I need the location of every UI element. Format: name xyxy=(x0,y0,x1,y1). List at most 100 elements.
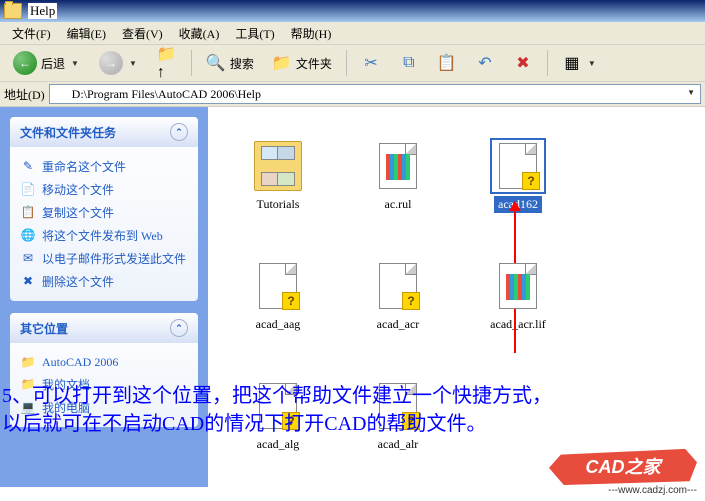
file-label: ac.rul xyxy=(381,196,416,213)
task-item[interactable]: ✎ 重命名这个文件 xyxy=(20,155,188,178)
file-item[interactable]: acad_aag xyxy=(218,237,338,357)
menu-view[interactable]: 查看(V) xyxy=(114,22,171,45)
file-label: Tutorials xyxy=(253,196,304,213)
collapse-icon[interactable]: ⌃ xyxy=(170,319,188,337)
menu-file[interactable]: 文件(F) xyxy=(4,22,59,45)
task-icon: 🌐 xyxy=(20,228,36,244)
address-input[interactable] xyxy=(49,84,701,104)
task-item[interactable]: ✖ 删除这个文件 xyxy=(20,270,188,293)
place-icon: 📁 xyxy=(20,354,36,370)
task-icon: ✖ xyxy=(20,274,36,290)
task-item[interactable]: 📄 移动这个文件 xyxy=(20,178,188,201)
toolbar: ← 后退 ▼ → ▼ 📁↑ 🔍 搜索 📁 文件夹 ✂ ⧉ 📋 ↶ ✖ ▦▼ xyxy=(0,45,705,82)
annotation-caption: 5、可以打开到这个位置，把这个帮助文件建立一个快捷方式， 以后就可在不启动CAD… xyxy=(2,382,703,438)
watermark-logo: CAD之家 ---www.cadzj.com--- xyxy=(549,447,697,495)
address-bar: 地址(D) ▼ xyxy=(0,82,705,107)
back-label: 后退 xyxy=(41,55,65,72)
folder-icon xyxy=(4,3,22,19)
menubar: 文件(F) 编辑(E) 查看(V) 收藏(A) 工具(T) 帮助(H) xyxy=(0,22,705,45)
views-icon: ▦ xyxy=(562,53,582,73)
logo-text: CAD之家 xyxy=(549,447,697,485)
places-title: 其它位置 xyxy=(20,320,68,337)
copy-button[interactable]: ⧉ xyxy=(392,49,426,77)
folders-button[interactable]: 📁 文件夹 xyxy=(265,49,339,77)
file-label: acad_acr xyxy=(373,316,424,333)
tasks-panel-header[interactable]: 文件和文件夹任务 ⌃ xyxy=(10,117,198,147)
menu-help[interactable]: 帮助(H) xyxy=(283,22,340,45)
task-icon: 📋 xyxy=(20,205,36,221)
menu-tools[interactable]: 工具(T) xyxy=(227,22,282,45)
file-label: acad_alg xyxy=(253,436,304,453)
forward-button[interactable]: → ▼ xyxy=(92,47,146,79)
delete-icon: ✖ xyxy=(513,53,533,73)
file-item[interactable]: acad162 xyxy=(458,117,578,237)
caption-line-2: 以后就可在不启动CAD的情况下打开CAD的帮助文件。 xyxy=(2,410,703,438)
undo-button[interactable]: ↶ xyxy=(468,49,502,77)
logo-url: ---www.cadzj.com--- xyxy=(549,485,697,496)
help-file-icon xyxy=(379,263,417,309)
tasks-panel: 文件和文件夹任务 ⌃ ✎ 重命名这个文件 📄 移动这个文件 📋 复制这个文件 🌐 将这个文件发… xyxy=(10,117,198,301)
paste-button[interactable]: 📋 xyxy=(430,49,464,77)
chevron-down-icon: ▼ xyxy=(127,59,139,68)
folders-icon: 📁 xyxy=(272,53,292,73)
tasks-title: 文件和文件夹任务 xyxy=(20,124,116,141)
chevron-down-icon: ▼ xyxy=(586,59,598,68)
task-label: 以电子邮件形式发送此文件 xyxy=(42,250,186,267)
file-icon xyxy=(379,143,417,189)
file-label: acad_alr xyxy=(374,436,423,453)
separator xyxy=(547,50,548,76)
separator xyxy=(191,50,192,76)
up-button[interactable]: 📁↑ xyxy=(150,49,184,77)
forward-icon: → xyxy=(99,51,123,75)
place-item[interactable]: 📁 AutoCAD 2006 xyxy=(20,351,188,373)
search-icon: 🔍 xyxy=(206,53,226,73)
menu-favorites[interactable]: 收藏(A) xyxy=(171,22,228,45)
titlebar: Help xyxy=(0,0,705,22)
folder-up-icon: 📁↑ xyxy=(157,53,177,73)
address-label: 地址(D) xyxy=(4,86,45,103)
task-label: 删除这个文件 xyxy=(42,273,114,290)
task-label: 重命名这个文件 xyxy=(42,158,126,175)
collapse-icon[interactable]: ⌃ xyxy=(170,123,188,141)
delete-button[interactable]: ✖ xyxy=(506,49,540,77)
caption-line-1: 5、可以打开到这个位置，把这个帮助文件建立一个快捷方式， xyxy=(2,382,703,410)
task-icon: ✉ xyxy=(20,251,36,267)
task-label: 移动这个文件 xyxy=(42,181,114,198)
cut-button[interactable]: ✂ xyxy=(354,49,388,77)
folders-label: 文件夹 xyxy=(296,55,332,72)
file-label: acad_acr.lif xyxy=(486,316,550,333)
file-label: acad_aag xyxy=(252,316,305,333)
file-icon xyxy=(499,263,537,309)
folder-icon xyxy=(254,141,302,191)
back-button[interactable]: ← 后退 ▼ xyxy=(6,47,88,79)
menu-edit[interactable]: 编辑(E) xyxy=(59,22,114,45)
help-file-icon xyxy=(259,263,297,309)
task-label: 将这个文件发布到 Web xyxy=(42,227,163,244)
places-panel-header[interactable]: 其它位置 ⌃ xyxy=(10,313,198,343)
scissors-icon: ✂ xyxy=(361,53,381,73)
file-item[interactable]: acad_acr xyxy=(338,237,458,357)
task-icon: ✎ xyxy=(20,159,36,175)
file-item[interactable]: ac.rul xyxy=(338,117,458,237)
window-title: Help xyxy=(28,3,57,19)
file-item[interactable]: acad_acr.lif xyxy=(458,237,578,357)
separator xyxy=(346,50,347,76)
paste-icon: 📋 xyxy=(437,53,457,73)
task-label: 复制这个文件 xyxy=(42,204,114,221)
search-label: 搜索 xyxy=(230,55,254,72)
search-button[interactable]: 🔍 搜索 xyxy=(199,49,261,77)
task-item[interactable]: ✉ 以电子邮件形式发送此文件 xyxy=(20,247,188,270)
place-label: AutoCAD 2006 xyxy=(42,355,118,370)
task-item[interactable]: 🌐 将这个文件发布到 Web xyxy=(20,224,188,247)
task-item[interactable]: 📋 复制这个文件 xyxy=(20,201,188,224)
file-item[interactable]: Tutorials xyxy=(218,117,338,237)
folder-icon xyxy=(52,86,66,98)
chevron-down-icon[interactable]: ▼ xyxy=(685,88,697,97)
task-icon: 📄 xyxy=(20,182,36,198)
back-icon: ← xyxy=(13,51,37,75)
copy-icon: ⧉ xyxy=(399,53,419,73)
views-button[interactable]: ▦▼ xyxy=(555,49,605,77)
help-file-icon xyxy=(499,143,537,189)
chevron-down-icon: ▼ xyxy=(69,59,81,68)
undo-icon: ↶ xyxy=(475,53,495,73)
